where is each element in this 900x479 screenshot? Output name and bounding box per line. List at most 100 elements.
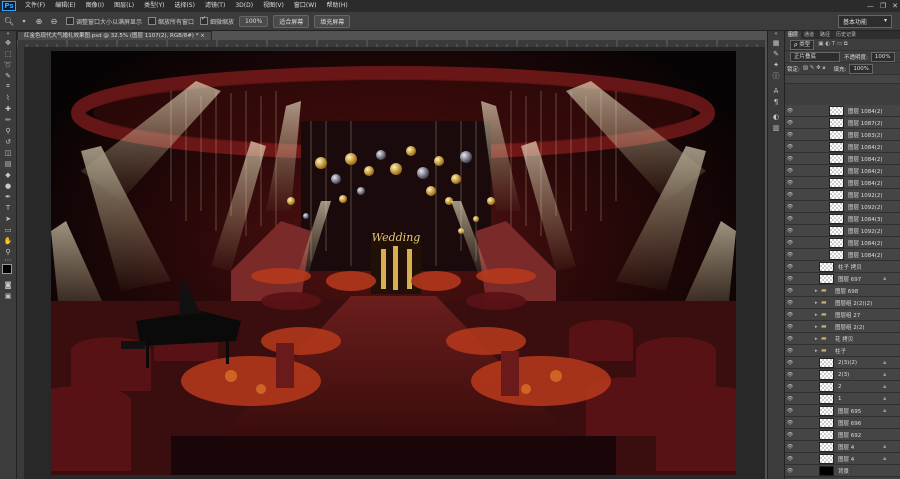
menu-item[interactable]: 帮助(H) (322, 0, 353, 12)
layer-row[interactable]: 👁︎ 图层 695 🔒︎ (785, 405, 900, 417)
layer-row[interactable]: 👁︎ 图层 1084(2) (785, 165, 900, 177)
visibility-eye-icon[interactable]: 👁︎ (785, 108, 795, 114)
layer-row[interactable]: 👁︎ 1 🔒︎ (785, 393, 900, 405)
adjustments-panel-icon[interactable]: ◐ (768, 111, 784, 122)
wedding-rendering-image[interactable]: Wedding (51, 51, 736, 475)
menu-item[interactable]: 文件(F) (20, 0, 50, 12)
layer-row[interactable]: 👁︎ 2 🔒︎ (785, 381, 900, 393)
menu-item[interactable]: 窗口(W) (289, 0, 322, 12)
layer-row[interactable]: 👁︎ 图层 1087(2) (785, 117, 900, 129)
filter-type-select[interactable]: ρ 类型 (790, 39, 815, 50)
paragraph-panel-icon[interactable]: A (768, 85, 784, 96)
visibility-eye-icon[interactable]: 👁︎ (785, 144, 795, 150)
layer-row[interactable]: 👁︎ 图层 1084(2) (785, 153, 900, 165)
fit-screen-button[interactable]: 适合屏幕 (273, 14, 310, 28)
layer-row[interactable]: 👁︎ 图层 696 (785, 417, 900, 429)
eyedropper-tool-icon[interactable]: ⌇ (0, 92, 16, 103)
foreground-color[interactable] (2, 264, 12, 274)
layer-row[interactable]: 👁︎ 图层 4 🔒︎ (785, 441, 900, 453)
pen-tool-icon[interactable]: ✒ (0, 191, 16, 202)
path-select-tool-icon[interactable]: ➤ (0, 213, 16, 224)
layer-row[interactable]: 👁︎ 图层 1084(2) (785, 177, 900, 189)
marquee-tool-icon[interactable]: ⬚ (0, 48, 16, 59)
shape-tool-icon[interactable]: ▭ (0, 224, 16, 235)
layer-row[interactable]: 👁︎ 图层 1084(3) (785, 213, 900, 225)
quick-mask-icon[interactable]: ◙ (0, 279, 16, 290)
dropdown-arrow-icon[interactable]: ▾ (18, 15, 30, 27)
eraser-tool-icon[interactable]: ◫ (0, 147, 16, 158)
visibility-eye-icon[interactable]: 👁︎ (785, 156, 795, 162)
tab-2[interactable]: 路径 (817, 31, 833, 39)
layer-row[interactable]: 👁︎ 图层 697 🔒︎ (785, 273, 900, 285)
visibility-eye-icon[interactable]: 👁︎ (785, 396, 795, 402)
layer-row[interactable]: 👁︎ 图层 1092(2) (785, 201, 900, 213)
visibility-eye-icon[interactable]: 👁︎ (785, 252, 795, 258)
brush-tool-icon[interactable]: ✏ (0, 114, 16, 125)
workspace-select[interactable]: 基本功能 ▾ (838, 15, 892, 28)
visibility-eye-icon[interactable]: 👁︎ (785, 276, 795, 282)
visibility-eye-icon[interactable]: 👁︎ (785, 288, 795, 294)
menu-item[interactable]: 滤镜(T) (200, 0, 230, 12)
menu-item[interactable]: 图像(I) (81, 0, 109, 12)
maximize-button[interactable]: ❐ (880, 0, 886, 12)
scrubby-zoom-checkbox[interactable]: ✓ (200, 15, 209, 25)
visibility-eye-icon[interactable]: 👁︎ (785, 348, 795, 354)
layer-row[interactable]: 👁︎ 2(3) 🔒︎ (785, 369, 900, 381)
move-tool-icon[interactable]: ✥ (0, 37, 16, 48)
fill-input[interactable]: 100% (849, 63, 874, 74)
visibility-eye-icon[interactable]: 👁︎ (785, 216, 795, 222)
zoom-in-icon[interactable]: ⊕ (33, 15, 45, 27)
zoom-tool-icon[interactable]: 🔍︎ (3, 15, 15, 27)
visibility-eye-icon[interactable]: 👁︎ (785, 372, 795, 378)
layer-row[interactable]: 👁︎ 图层 1084(2) (785, 249, 900, 261)
zoom-out-icon[interactable]: ⊖ (48, 15, 60, 27)
layer-row[interactable]: 👁︎ ▸ ▬ 图层组 2(2)(2) (785, 297, 900, 309)
filter-icons[interactable]: ▣ ◐ T ▭ ⧉ (818, 41, 847, 48)
visibility-eye-icon[interactable]: 👁︎ (785, 360, 795, 366)
layer-row[interactable]: 👁︎ 背景 (785, 465, 900, 477)
layer-row[interactable]: 👁︎ 图层 1092(2) (785, 189, 900, 201)
layer-row[interactable]: 👁︎ 图层 1084(2) (785, 105, 900, 117)
zoom-all-checkbox[interactable] (148, 17, 157, 25)
layer-row[interactable]: 👁︎ 图层 1084(2) (785, 237, 900, 249)
visibility-eye-icon[interactable]: 👁︎ (785, 180, 795, 186)
menu-item[interactable]: 视图(V) (258, 0, 289, 12)
history-panel-icon[interactable]: ▦ (768, 37, 784, 48)
visibility-eye-icon[interactable]: 👁︎ (785, 324, 795, 330)
visibility-eye-icon[interactable]: 👁︎ (785, 120, 795, 126)
visibility-eye-icon[interactable]: 👁︎ (785, 240, 795, 246)
visibility-eye-icon[interactable]: 👁︎ (785, 408, 795, 414)
layer-row[interactable]: 👁︎ ▸ ▬ 图层组 27 (785, 309, 900, 321)
healing-brush-tool-icon[interactable]: ✚ (0, 103, 16, 114)
tab-0[interactable]: 图层 (785, 31, 802, 39)
visibility-eye-icon[interactable]: 👁︎ (785, 132, 795, 138)
lock-icons[interactable]: ▨ ✎ ✥ 🔒︎ (803, 65, 826, 72)
color-swatches[interactable] (0, 263, 16, 279)
fill-screen-button[interactable]: 填充屏幕 (314, 14, 351, 28)
resize-windows-checkbox[interactable] (66, 17, 74, 25)
visibility-eye-icon[interactable]: 👁︎ (785, 264, 795, 270)
layer-row[interactable]: 👁︎ 2(3)(2) 🔒︎ (785, 357, 900, 369)
lasso-tool-icon[interactable]: ➰ (0, 59, 16, 70)
layer-row[interactable]: 👁︎ 图层 1092(2) (785, 225, 900, 237)
close-tab-icon[interactable]: × (200, 33, 205, 39)
gradient-tool-icon[interactable]: ▤ (0, 158, 16, 169)
visibility-eye-icon[interactable]: 👁︎ (785, 444, 795, 450)
tab-3[interactable]: 历史记录 (833, 31, 859, 39)
visibility-eye-icon[interactable]: 👁︎ (785, 432, 795, 438)
visibility-eye-icon[interactable]: 👁︎ (785, 312, 795, 318)
layer-row[interactable]: 👁︎ 图层 1083(2) (785, 129, 900, 141)
visibility-eye-icon[interactable]: 👁︎ (785, 420, 795, 426)
layer-row[interactable]: 👁︎ ▸ ▬ 柱子 (785, 345, 900, 357)
tab-1[interactable]: 通道 (801, 31, 817, 39)
blur-tool-icon[interactable]: ◆ (0, 169, 16, 180)
close-button[interactable]: ✕ (892, 0, 898, 12)
hand-tool-icon[interactable]: ✋ (0, 235, 16, 246)
visibility-eye-icon[interactable]: 👁︎ (785, 192, 795, 198)
character-panel-icon[interactable]: ¶ (768, 96, 784, 107)
layer-row[interactable]: 👁︎ 图层 4 🔒︎ (785, 453, 900, 465)
visibility-eye-icon[interactable]: 👁︎ (785, 384, 795, 390)
visibility-eye-icon[interactable]: 👁︎ (785, 456, 795, 462)
visibility-eye-icon[interactable]: 👁︎ (785, 168, 795, 174)
clone-stamp-tool-icon[interactable]: ⚲ (0, 125, 16, 136)
